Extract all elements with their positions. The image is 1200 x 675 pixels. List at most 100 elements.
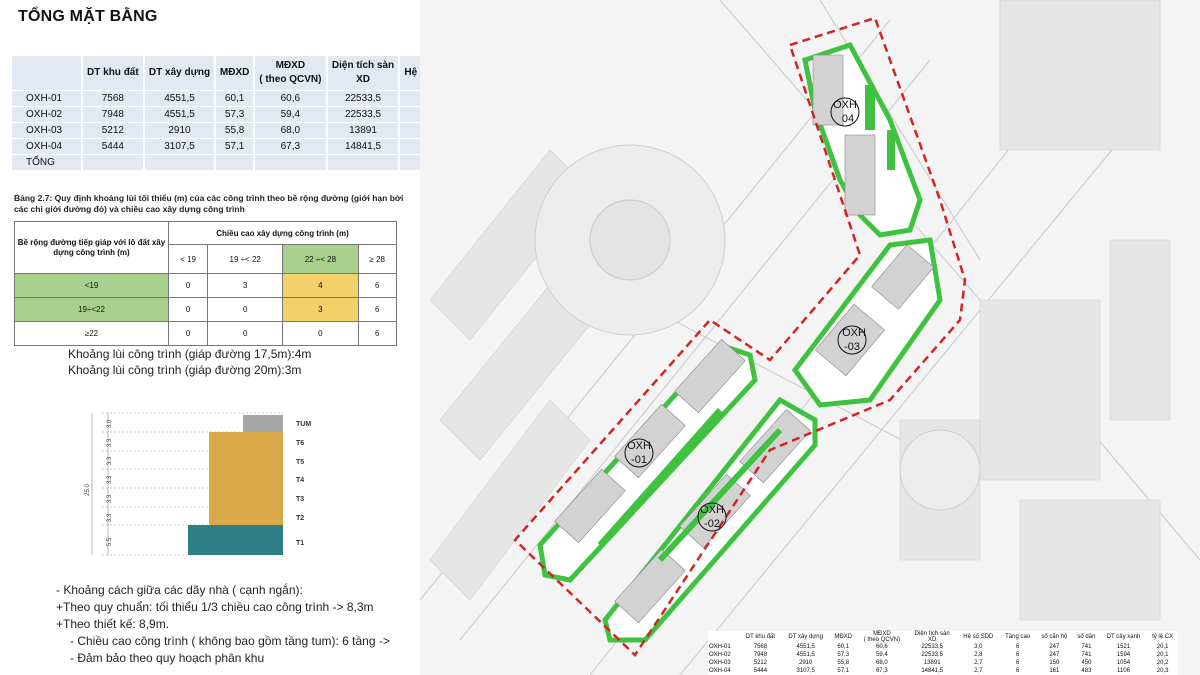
table-cell: 57,1 <box>215 137 256 154</box>
table-cell: 7568 <box>753 644 768 650</box>
table-cell: 60,6 <box>876 644 888 650</box>
building <box>844 134 876 216</box>
svg-text:-02: -02 <box>704 518 720 530</box>
rule-row-label: 19÷<22 <box>14 297 169 322</box>
table-cell: 60,1 <box>215 89 256 106</box>
site-plan-map: OXH 04 OXH -03 OXH -01 OXH -02 <box>420 0 1200 675</box>
rule-col-1: < 19 <box>167 244 209 274</box>
svg-text:OXH: OXH <box>627 440 651 452</box>
floor-label: T3 <box>296 496 304 503</box>
dim-label: 5.5 <box>107 537 113 546</box>
summary-header <box>12 56 83 90</box>
floor-label: T1 <box>296 540 304 547</box>
mini-header: MĐXD <box>834 634 853 640</box>
note-line: - Đảm bảo theo quy hoạch phân khu <box>70 651 265 665</box>
rule-row: <19 0 3 4 6 <box>14 273 397 298</box>
rule-cell: 0 <box>167 273 209 298</box>
table-cell: 741 <box>1081 644 1092 650</box>
floor-label: T4 <box>296 477 304 484</box>
floor-ground <box>188 525 283 555</box>
note-line: +Theo quy chuẩn: tối thiểu 1/3 chiều cao… <box>56 600 374 614</box>
dim-label: 3.0 <box>107 419 113 428</box>
note-line: - Chiều cao công trình ( không bao gồm t… <box>70 634 390 648</box>
table-row: OXH-03 5212 2910 55,8 68,0 13891 2,7 6 150 450 105… <box>708 659 1178 667</box>
mini-header: số dân <box>1077 634 1096 640</box>
floors-upper <box>209 432 283 525</box>
table-cell: 4551,5 <box>796 652 815 658</box>
table-cell: 3,0 <box>974 644 983 650</box>
mini-header: tỷ lệ CX <box>1152 634 1174 640</box>
mini-header: Hệ số SDD <box>963 634 994 640</box>
table-cell <box>82 153 145 170</box>
floor-label: T2 <box>296 515 304 522</box>
table-cell: 22533,5 <box>921 652 944 658</box>
mini-header: MĐXD( theo QCVN) <box>863 631 901 643</box>
row-name: OXH-03 <box>709 660 731 666</box>
mini-header: DT cây xanh <box>1106 634 1141 640</box>
table-row: OXH-04 5444 3107,5 57,1 67,3 14841,5 2,7 6 161 48… <box>708 667 1178 675</box>
rule-row: 19÷<22 0 0 3 6 <box>14 297 397 322</box>
rule-cell: 0 <box>207 297 284 322</box>
table-cell: 59,4 <box>254 105 328 122</box>
summary-header: Diện tích sàn XD <box>326 56 401 90</box>
table-cell: 20,1 <box>1156 652 1169 658</box>
table-cell: 20,2 <box>1156 660 1169 666</box>
floor-label: T5 <box>296 459 304 466</box>
row-name: OXH-02 <box>709 652 731 658</box>
table-cell: 6 <box>1015 644 1020 650</box>
mini-header: Diện tích sàn XD <box>914 631 950 643</box>
row-name: TỔNG <box>12 153 83 170</box>
table-cell: 4551,5 <box>143 89 217 106</box>
table-cell: 59,4 <box>876 652 888 658</box>
table-cell: 5212 <box>753 660 768 666</box>
rule-cell: 0 <box>167 297 209 322</box>
rule-row: ≥22 0 0 0 6 <box>14 321 397 346</box>
table-cell: 6 <box>1015 668 1020 674</box>
rule-row-label: <19 <box>14 273 169 298</box>
table-cell: 68,0 <box>254 121 328 138</box>
row-name: OXH-01 <box>709 644 731 650</box>
table-cell: 161 <box>1049 668 1060 674</box>
setback-text: Khoảng lùi công trình (giáp đường 17,5m)… <box>68 346 311 378</box>
table-cell: 247 <box>1049 644 1060 650</box>
table-cell: 20,1 <box>1156 644 1169 650</box>
rule-cell: 3 <box>207 273 284 298</box>
table-cell: 67,3 <box>876 668 888 674</box>
table-cell <box>254 153 328 170</box>
table-cell: 6 <box>1015 660 1020 666</box>
table-cell: 57,1 <box>837 668 850 674</box>
setback-line-1: Khoảng lùi công trình (giáp đường 17,5m)… <box>68 347 312 361</box>
table-cell: 247 <box>1049 652 1060 658</box>
note-line: +Theo thiết kế: 8,9m. <box>56 617 170 631</box>
row-name: OXH-04 <box>709 668 731 674</box>
rule-row-label: ≥22 <box>14 321 169 346</box>
table-cell: 4551,5 <box>143 105 217 122</box>
mini-header: số căn hộ <box>1041 634 1068 640</box>
table-cell: 14841,5 <box>921 668 944 674</box>
table-row: OXH-02 7948 4551,5 57,3 59,4 22533,5 2,8 6 247 74… <box>708 651 1178 659</box>
rule-cell: 3 <box>282 297 359 322</box>
table-cell: 2,7 <box>974 668 983 674</box>
table-cell: 5444 <box>753 668 768 674</box>
summary-header: MĐXD( theo QCVN) <box>254 56 328 90</box>
rule-cell: 4 <box>282 273 359 298</box>
note-line: - Khoảng cách giữa các dãy nhà ( cạnh ng… <box>56 583 303 597</box>
building-section-diagram: 25.0 3.0 3.3 3.3 3.3 3.3 3.3 5.5 TUM T6 … <box>85 412 311 556</box>
svg-text:04: 04 <box>842 113 854 125</box>
table-cell: 150 <box>1049 660 1060 666</box>
table-cell <box>215 153 256 170</box>
table-cell: 22533,5 <box>326 89 401 106</box>
table-cell: 67,3 <box>254 137 328 154</box>
table-cell: 14841,5 <box>326 137 401 154</box>
svg-text:-01: -01 <box>631 454 647 466</box>
setback-line-2: Khoảng lùi công trình (giáp đường 20m):3… <box>68 363 302 377</box>
rule-cell: 6 <box>357 297 397 322</box>
table-cell: 13891 <box>923 660 941 666</box>
table-cell: 22533,5 <box>921 644 944 650</box>
table-row: OXH-01 7568 4551,5 60,1 60,6 22533,5 3,0 6 247 74… <box>708 643 1178 651</box>
table-cell: 13891 <box>326 121 401 138</box>
mini-header <box>708 631 740 643</box>
summary-header: MĐXD <box>215 56 256 90</box>
svg-text:OXH: OXH <box>833 99 857 111</box>
table-cell: 1054 <box>1116 660 1131 666</box>
